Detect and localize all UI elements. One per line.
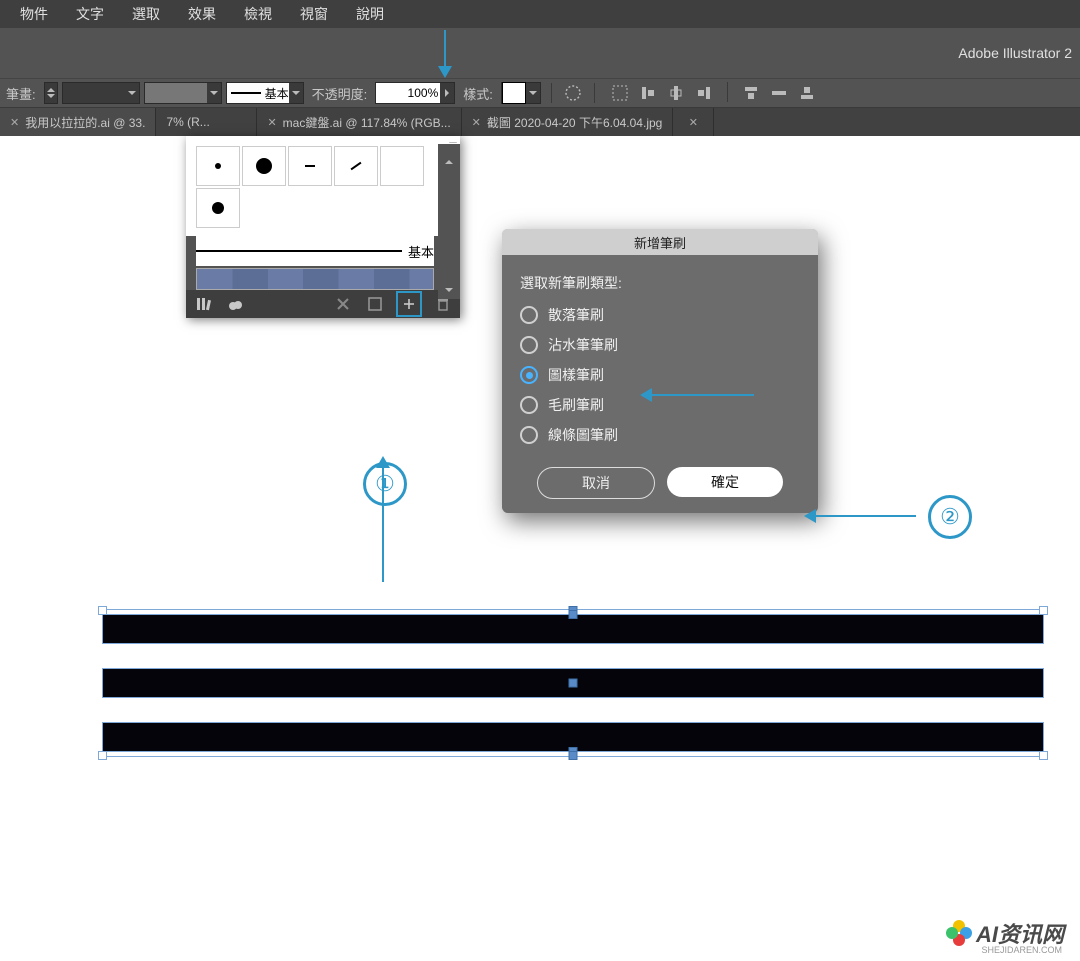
new-brush-dialog: 新增筆刷 選取新筆刷類型: 散落筆刷 沾水筆筆刷 圖樣筆刷 毛刷筆刷 線條圖筆刷	[502, 229, 818, 513]
document-tab[interactable]: ✕ 截圖 2020-04-20 下午6.04.04.jpg	[462, 108, 674, 136]
close-icon[interactable]: ✕	[472, 116, 481, 129]
option-label: 散落筆刷	[548, 305, 604, 325]
menu-help[interactable]: 說明	[342, 4, 398, 24]
tab-label: 截圖 2020-04-20 下午6.04.04.jpg	[487, 114, 662, 131]
close-icon[interactable]: ✕	[10, 116, 19, 129]
menu-effect[interactable]: 效果	[174, 4, 230, 24]
stripe-shape[interactable]	[102, 614, 1044, 644]
brush-swatch[interactable]	[380, 146, 424, 186]
close-icon[interactable]: ✕	[267, 116, 276, 129]
new-brush-icon[interactable]	[396, 291, 422, 317]
stroke-label: 筆畫:	[2, 84, 40, 103]
brush-swatch[interactable]	[288, 146, 332, 186]
cancel-button[interactable]: 取消	[537, 467, 655, 499]
brush-basic-row[interactable]: 基本	[196, 236, 434, 266]
annotation-arrow-brush-dropdown	[444, 30, 446, 76]
recolor-artwork-icon[interactable]	[562, 82, 584, 104]
dialog-title: 新增筆刷	[502, 229, 818, 255]
opacity-field[interactable]: 100%	[375, 82, 455, 104]
brush-definition-dropdown[interactable]: 基本	[226, 82, 304, 104]
remove-brush-stroke-icon[interactable]	[332, 293, 354, 315]
align-hcenter-icon[interactable]	[665, 82, 687, 104]
brush-swatch[interactable]	[334, 146, 378, 186]
menu-type[interactable]: 文字	[62, 4, 118, 24]
graphic-style-dropdown[interactable]	[501, 82, 541, 104]
radio-icon	[520, 426, 538, 444]
brush-swatch[interactable]	[196, 146, 240, 186]
libraries-cloud-icon[interactable]	[224, 293, 246, 315]
brush-swatch[interactable]	[196, 188, 240, 228]
radio-icon	[520, 336, 538, 354]
tab-label: 7% (R...	[166, 115, 209, 129]
annotation-arrow-ok	[806, 515, 916, 517]
option-label: 沾水筆筆刷	[548, 335, 618, 355]
option-label: 毛刷筆刷	[548, 395, 604, 415]
brush-swatch[interactable]	[242, 146, 286, 186]
style-label: 樣式:	[459, 84, 497, 103]
align-vcenter-icon[interactable]	[768, 82, 790, 104]
brushes-panel-footer	[186, 290, 460, 318]
brush-type-option[interactable]: 沾水筆筆刷	[520, 335, 800, 355]
menubar: 物件 文字 選取 效果 檢視 視窗 說明	[0, 0, 1080, 28]
divider	[594, 83, 595, 103]
divider	[551, 83, 552, 103]
menu-window[interactable]: 視窗	[286, 4, 342, 24]
variable-width-profile-dropdown[interactable]	[144, 82, 222, 104]
brush-swatch-grid	[186, 136, 460, 236]
align-right-icon[interactable]	[693, 82, 715, 104]
annotation-step-1: ①	[363, 462, 407, 506]
stripe-shape[interactable]	[102, 722, 1044, 752]
brush-libraries-icon[interactable]	[192, 293, 214, 315]
align-top-icon[interactable]	[740, 82, 762, 104]
brush-type-option[interactable]: 圖樣筆刷	[520, 365, 800, 385]
menu-view[interactable]: 檢視	[230, 4, 286, 24]
align-bottom-icon[interactable]	[796, 82, 818, 104]
opacity-label: 不透明度:	[308, 84, 372, 103]
divider	[727, 82, 728, 102]
canvas-area[interactable]: ≣ 基本	[0, 136, 1080, 961]
document-tab[interactable]: ✕ 我用以拉拉的.ai @ 33.	[0, 108, 156, 136]
option-label: 線條圖筆刷	[548, 425, 618, 445]
brush-options-icon[interactable]	[364, 293, 386, 315]
selected-artwork[interactable]	[102, 609, 1044, 757]
app-title: Adobe Illustrator 2	[958, 45, 1072, 61]
watermark-subtext: SHEJIDAREN.COM	[981, 945, 1062, 955]
stroke-weight-stepper[interactable]	[44, 82, 58, 104]
align-to-selection-icon[interactable]	[609, 82, 631, 104]
document-tab[interactable]: 7% (R...	[156, 108, 257, 136]
annotation-step-2: ②	[928, 495, 972, 539]
app-title-bar: Adobe Illustrator 2	[0, 28, 1080, 78]
radio-icon	[520, 306, 538, 324]
document-tab-close-extra[interactable]: ✕	[673, 108, 714, 136]
document-tab[interactable]: ✕ mac鍵盤.ai @ 117.84% (RGB...	[257, 108, 461, 136]
stroke-color-dropdown[interactable]	[62, 82, 140, 104]
menu-object[interactable]: 物件	[6, 4, 62, 24]
close-icon[interactable]: ✕	[689, 116, 698, 129]
document-tabs: ✕ 我用以拉拉的.ai @ 33. 7% (R... ✕ mac鍵盤.ai @ …	[0, 108, 1080, 136]
align-left-icon[interactable]	[637, 82, 659, 104]
annotation-arrow-pattern-brush	[642, 394, 754, 396]
radio-icon	[520, 366, 538, 384]
ok-button[interactable]: 確定	[667, 467, 783, 497]
watermark-logo-icon	[946, 920, 972, 946]
dialog-subtitle: 選取新筆刷類型:	[520, 273, 800, 293]
panel-scrollbar[interactable]	[438, 144, 460, 299]
tab-label: mac鍵盤.ai @ 117.84% (RGB...	[283, 114, 451, 131]
brush-pattern-row[interactable]	[196, 268, 434, 290]
menu-select[interactable]: 選取	[118, 4, 174, 24]
stripe-shape[interactable]	[102, 668, 1044, 698]
tab-label: 我用以拉拉的.ai @ 33.	[25, 114, 145, 131]
brush-type-option[interactable]: 線條圖筆刷	[520, 425, 800, 445]
radio-icon	[520, 396, 538, 414]
control-bar: 筆畫: 基本 不透明度: 100% 樣式:	[0, 78, 1080, 108]
brushes-panel: ≣ 基本	[186, 136, 460, 318]
option-label: 圖樣筆刷	[548, 365, 604, 385]
brush-type-option[interactable]: 散落筆刷	[520, 305, 800, 325]
brush-type-option[interactable]: 毛刷筆刷	[520, 395, 800, 415]
